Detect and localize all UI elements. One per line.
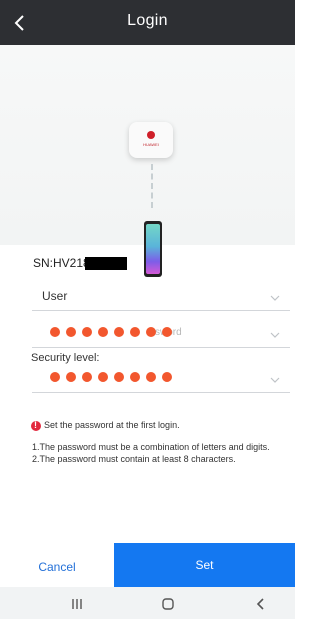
password-redaction xyxy=(50,327,172,337)
password-rule-2: 2.The password must contain at least 8 c… xyxy=(32,454,236,464)
chevron-down-icon xyxy=(270,372,280,383)
redaction-dot xyxy=(50,372,60,382)
password-rule-1: 1.The password must be a combination of … xyxy=(32,442,270,452)
chevron-down-icon xyxy=(270,327,280,338)
redaction-dot xyxy=(114,327,124,337)
redaction-dot xyxy=(146,327,156,337)
home-icon xyxy=(162,598,174,610)
system-back-button[interactable] xyxy=(252,595,270,613)
device-logo-text: HUAWEI xyxy=(143,142,159,147)
router-device: HUAWEI xyxy=(129,122,173,158)
serial-number-label: SN:HV218 xyxy=(33,256,90,270)
redaction-dot xyxy=(50,327,60,337)
redaction-dot xyxy=(98,327,108,337)
device-illustration: HUAWEI xyxy=(0,45,295,277)
password-rules: 1.The password must be a combination of … xyxy=(32,441,292,465)
app-header: Login xyxy=(0,0,295,45)
security-redaction xyxy=(50,372,172,382)
redaction-dot xyxy=(162,327,172,337)
cancel-button[interactable]: Cancel xyxy=(0,543,114,587)
redaction-dot xyxy=(130,327,140,337)
serial-number-redaction xyxy=(85,257,127,270)
warning-icon xyxy=(31,420,41,431)
connection-line xyxy=(151,164,153,208)
recent-apps-icon xyxy=(72,599,82,609)
system-navigation-bar xyxy=(0,587,295,619)
phone-device xyxy=(144,221,162,277)
action-bar: Cancel Set xyxy=(0,543,295,587)
redaction-dot xyxy=(130,372,140,382)
redaction-dot xyxy=(114,372,124,382)
redaction-dot xyxy=(82,327,92,337)
user-select[interactable]: User xyxy=(32,281,290,311)
redaction-dot xyxy=(66,372,76,382)
phone-screen xyxy=(146,224,160,274)
user-value: User xyxy=(42,289,68,303)
back-icon xyxy=(256,598,264,610)
page-title: Login xyxy=(127,12,168,29)
huawei-logo-icon xyxy=(147,131,155,139)
first-login-notice: Set the password at the first login. xyxy=(44,420,180,430)
home-button[interactable] xyxy=(159,595,177,613)
set-button[interactable]: Set xyxy=(114,543,295,587)
password-field[interactable]: ssword xyxy=(32,318,290,348)
redaction-dot xyxy=(82,372,92,382)
redaction-dot xyxy=(66,327,76,337)
chevron-down-icon xyxy=(270,290,280,301)
recent-apps-button[interactable] xyxy=(68,595,86,613)
redaction-dot xyxy=(98,372,108,382)
redaction-dot xyxy=(162,372,172,382)
security-level-field[interactable] xyxy=(32,363,290,393)
redaction-dot xyxy=(146,372,156,382)
